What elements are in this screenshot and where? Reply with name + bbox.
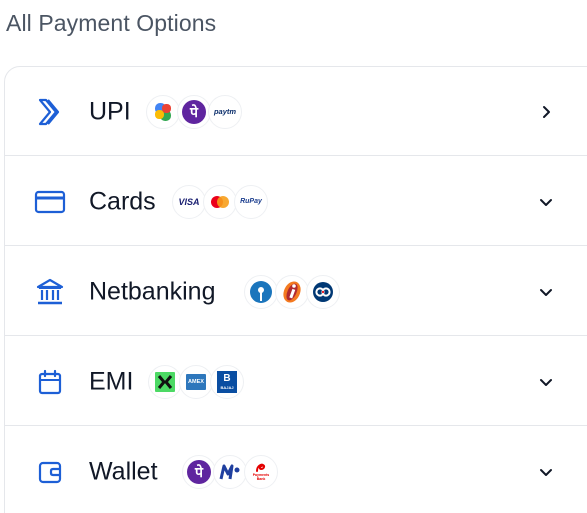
payment-option-cards[interactable]: Cards VISA RuPay <box>5 157 587 246</box>
provider-logos: VISA RuPay <box>172 184 268 219</box>
option-label: Netbanking <box>89 277 216 305</box>
visa-logo: VISA <box>172 184 206 219</box>
chevron-down-icon <box>535 461 557 483</box>
provider-logos: पे paytm <box>146 94 242 129</box>
paytm-logo: paytm <box>208 94 242 129</box>
calendar-icon <box>33 365 67 399</box>
section-title: All Payment Options <box>6 10 217 36</box>
wallet-icon <box>33 455 67 489</box>
icici-logo <box>275 274 309 309</box>
option-label: EMI <box>89 367 134 395</box>
sbi-logo <box>244 274 278 309</box>
option-label: Cards <box>89 187 156 215</box>
upi-arrow-icon <box>33 95 67 129</box>
svg-text:पे: पे <box>189 104 199 121</box>
kotak-logo <box>306 274 340 309</box>
payment-options-list: UPI पे paytm Cards VISA RuPay Netbanking… <box>4 66 587 513</box>
rupay-logo: RuPay <box>234 184 268 219</box>
zestmoney-logo <box>148 364 182 399</box>
payment-option-emi[interactable]: EMI AMEX B BAJAJ <box>5 337 587 426</box>
provider-logos: AMEX B BAJAJ <box>148 364 244 399</box>
provider-logos <box>244 274 340 309</box>
chevron-down-icon <box>535 371 557 393</box>
mastercard-logo <box>203 184 237 219</box>
bank-icon <box>33 275 67 309</box>
svg-text:पे: पे <box>194 464 204 481</box>
airtel-payments-bank-logo: Payments Bank <box>244 454 278 489</box>
option-label: Wallet <box>89 457 158 485</box>
chevron-down-icon <box>535 281 557 303</box>
chevron-down-icon <box>535 191 557 213</box>
provider-logos: पे Payments Bank <box>182 454 278 489</box>
payment-options-page: All Payment Options UPI पे paytm Cards V… <box>0 0 587 513</box>
amex-logo: AMEX <box>179 364 213 399</box>
payment-option-netbanking[interactable]: Netbanking <box>5 247 587 336</box>
phonepe-logo: पे <box>182 454 216 489</box>
mobikwik-logo <box>213 454 247 489</box>
payment-option-upi[interactable]: UPI पे paytm <box>5 67 587 156</box>
google-pay-logo <box>146 94 180 129</box>
option-label: UPI <box>89 97 131 125</box>
card-icon <box>33 185 67 219</box>
payment-option-wallet[interactable]: Wallet पे Payments Bank <box>5 427 587 513</box>
chevron-right-icon <box>535 101 557 123</box>
bajaj-finserv-logo: B BAJAJ <box>210 364 244 399</box>
phonepe-logo: पे <box>177 94 211 129</box>
